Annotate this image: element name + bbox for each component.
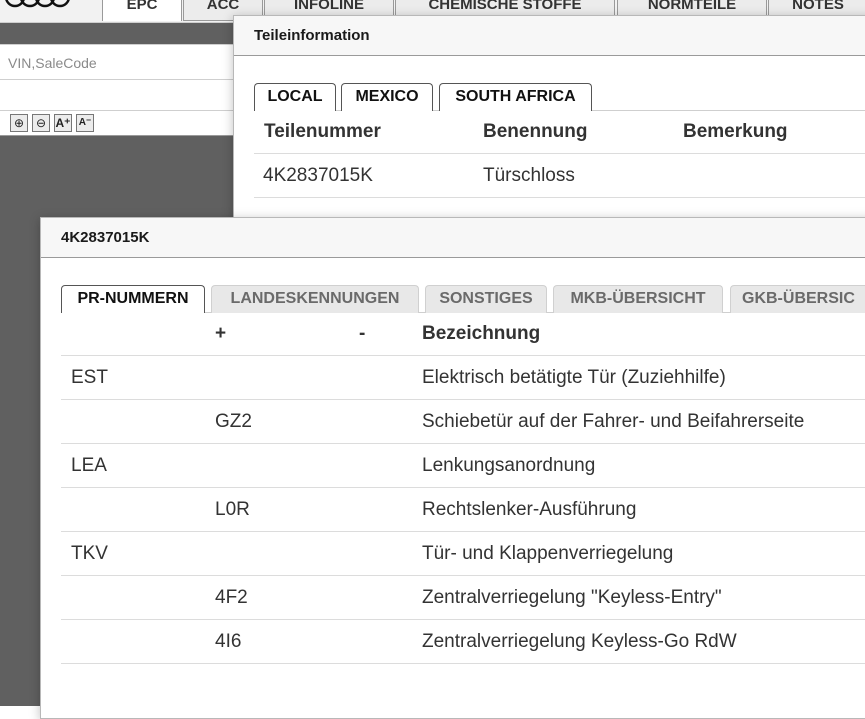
- cell-minus: [359, 619, 422, 664]
- search-box: [0, 44, 235, 80]
- audi-rings-logo: [5, 0, 70, 8]
- column-header-minus: -: [359, 312, 422, 356]
- pr-nummern-table: + - Bezeichnung EST Elektrisch betätigte…: [61, 312, 865, 664]
- zoom-in-icon[interactable]: ⊕: [10, 114, 28, 132]
- column-header-benennung: Benennung: [483, 110, 683, 154]
- cell-plus: L0R: [215, 487, 359, 532]
- cell-benennung: Türschloss: [483, 153, 683, 198]
- table-row[interactable]: TKV Tür- und Klappenverriegelung: [61, 531, 865, 576]
- tab-pr-nummern[interactable]: PR-NUMMERN: [61, 285, 205, 313]
- cell-minus: [359, 399, 422, 444]
- cell-bezeichnung: Schiebetür auf der Fahrer- und Beifahrer…: [422, 399, 865, 444]
- zoom-toolbar: ⊕ ⊖ A⁺ A⁻: [0, 111, 235, 136]
- cell-bezeichnung: Zentralverriegelung Keyless-Go RdW: [422, 619, 865, 664]
- tab-mexico[interactable]: MEXICO: [341, 83, 433, 111]
- cell-bezeichnung: Tür- und Klappenverriegelung: [422, 531, 865, 576]
- table-row[interactable]: EST Elektrisch betätigte Tür (Zuziehhilf…: [61, 355, 865, 400]
- vin-salecode-input[interactable]: [6, 51, 230, 75]
- table-header-row: + - Bezeichnung: [61, 312, 865, 356]
- cell-minus: [359, 487, 422, 532]
- cell-group: [61, 575, 215, 620]
- table-row[interactable]: GZ2 Schiebetür auf der Fahrer- und Beifa…: [61, 399, 865, 444]
- tab-landeskennungen[interactable]: LANDESKENNUNGEN: [211, 285, 419, 313]
- column-header-bezeichnung: Bezeichnung: [422, 312, 865, 356]
- cell-minus: [359, 531, 422, 576]
- cell-bemerkung: [683, 153, 865, 198]
- cell-group: TKV: [61, 531, 215, 576]
- cell-plus: GZ2: [215, 399, 359, 444]
- column-header-teilenummer: Teilenummer: [254, 110, 483, 154]
- cell-bezeichnung: Lenkungsanordnung: [422, 443, 865, 488]
- cell-group: EST: [61, 355, 215, 400]
- table-row[interactable]: LEA Lenkungsanordnung: [61, 443, 865, 488]
- cell-group: LEA: [61, 443, 215, 488]
- zoom-out-icon[interactable]: ⊖: [32, 114, 50, 132]
- table-row[interactable]: 4F2 Zentralverriegelung "Keyless-Entry": [61, 575, 865, 620]
- cell-group: [61, 399, 215, 444]
- cell-group: [61, 487, 215, 532]
- cell-group: [61, 619, 215, 664]
- teileinformation-title: Teileinformation: [234, 16, 865, 56]
- tab-mkb-uebersicht[interactable]: MKB-ÜBERSICHT: [553, 285, 723, 313]
- cell-plus: [215, 443, 359, 488]
- cell-minus: [359, 443, 422, 488]
- table-row[interactable]: 4I6 Zentralverriegelung Keyless-Go RdW: [61, 619, 865, 664]
- table-header-row: Teilenummer Benennung Bemerkung: [254, 110, 865, 154]
- cell-teilenummer: 4K2837015K: [254, 153, 483, 198]
- font-decrease-icon[interactable]: A⁻: [76, 114, 94, 132]
- table-row[interactable]: 4K2837015K Türschloss: [254, 153, 865, 198]
- cell-bezeichnung: Elektrisch betätigte Tür (Zuziehhilfe): [422, 355, 865, 400]
- cell-plus: [215, 531, 359, 576]
- main-tab-epc[interactable]: EPC: [102, 0, 182, 21]
- teileinformation-window: Teileinformation LOCAL MEXICO SOUTH AFRI…: [233, 15, 865, 247]
- font-increase-icon[interactable]: A⁺: [54, 114, 72, 132]
- cell-minus: [359, 575, 422, 620]
- tab-local[interactable]: LOCAL: [254, 83, 336, 111]
- table-row[interactable]: L0R Rechtslenker-Ausführung: [61, 487, 865, 532]
- column-header-bemerkung: Bemerkung: [683, 110, 865, 154]
- teileinformation-tab-bar: LOCAL MEXICO SOUTH AFRICA: [254, 80, 865, 111]
- part-detail-title: 4K2837015K: [41, 218, 865, 258]
- cell-minus: [359, 355, 422, 400]
- cell-bezeichnung: Rechtslenker-Ausführung: [422, 487, 865, 532]
- cell-plus: 4F2: [215, 575, 359, 620]
- tab-south-africa[interactable]: SOUTH AFRICA: [439, 83, 592, 111]
- part-detail-tab-bar: PR-NUMMERN LANDESKENNUNGEN SONSTIGES MKB…: [61, 282, 865, 313]
- teileinformation-table: Teilenummer Benennung Bemerkung 4K283701…: [254, 110, 865, 198]
- column-header-plus: +: [215, 312, 359, 356]
- column-header-group: [61, 312, 215, 356]
- tab-gkb-uebersicht[interactable]: GKB-ÜBERSIC: [730, 285, 865, 313]
- tab-sonstiges[interactable]: SONSTIGES: [425, 285, 547, 313]
- cell-plus: [215, 355, 359, 400]
- part-detail-window: 4K2837015K PR-NUMMERN LANDESKENNUNGEN SO…: [40, 217, 865, 719]
- secondary-input-strip: [0, 80, 235, 111]
- cell-plus: 4I6: [215, 619, 359, 664]
- cell-bezeichnung: Zentralverriegelung "Keyless-Entry": [422, 575, 865, 620]
